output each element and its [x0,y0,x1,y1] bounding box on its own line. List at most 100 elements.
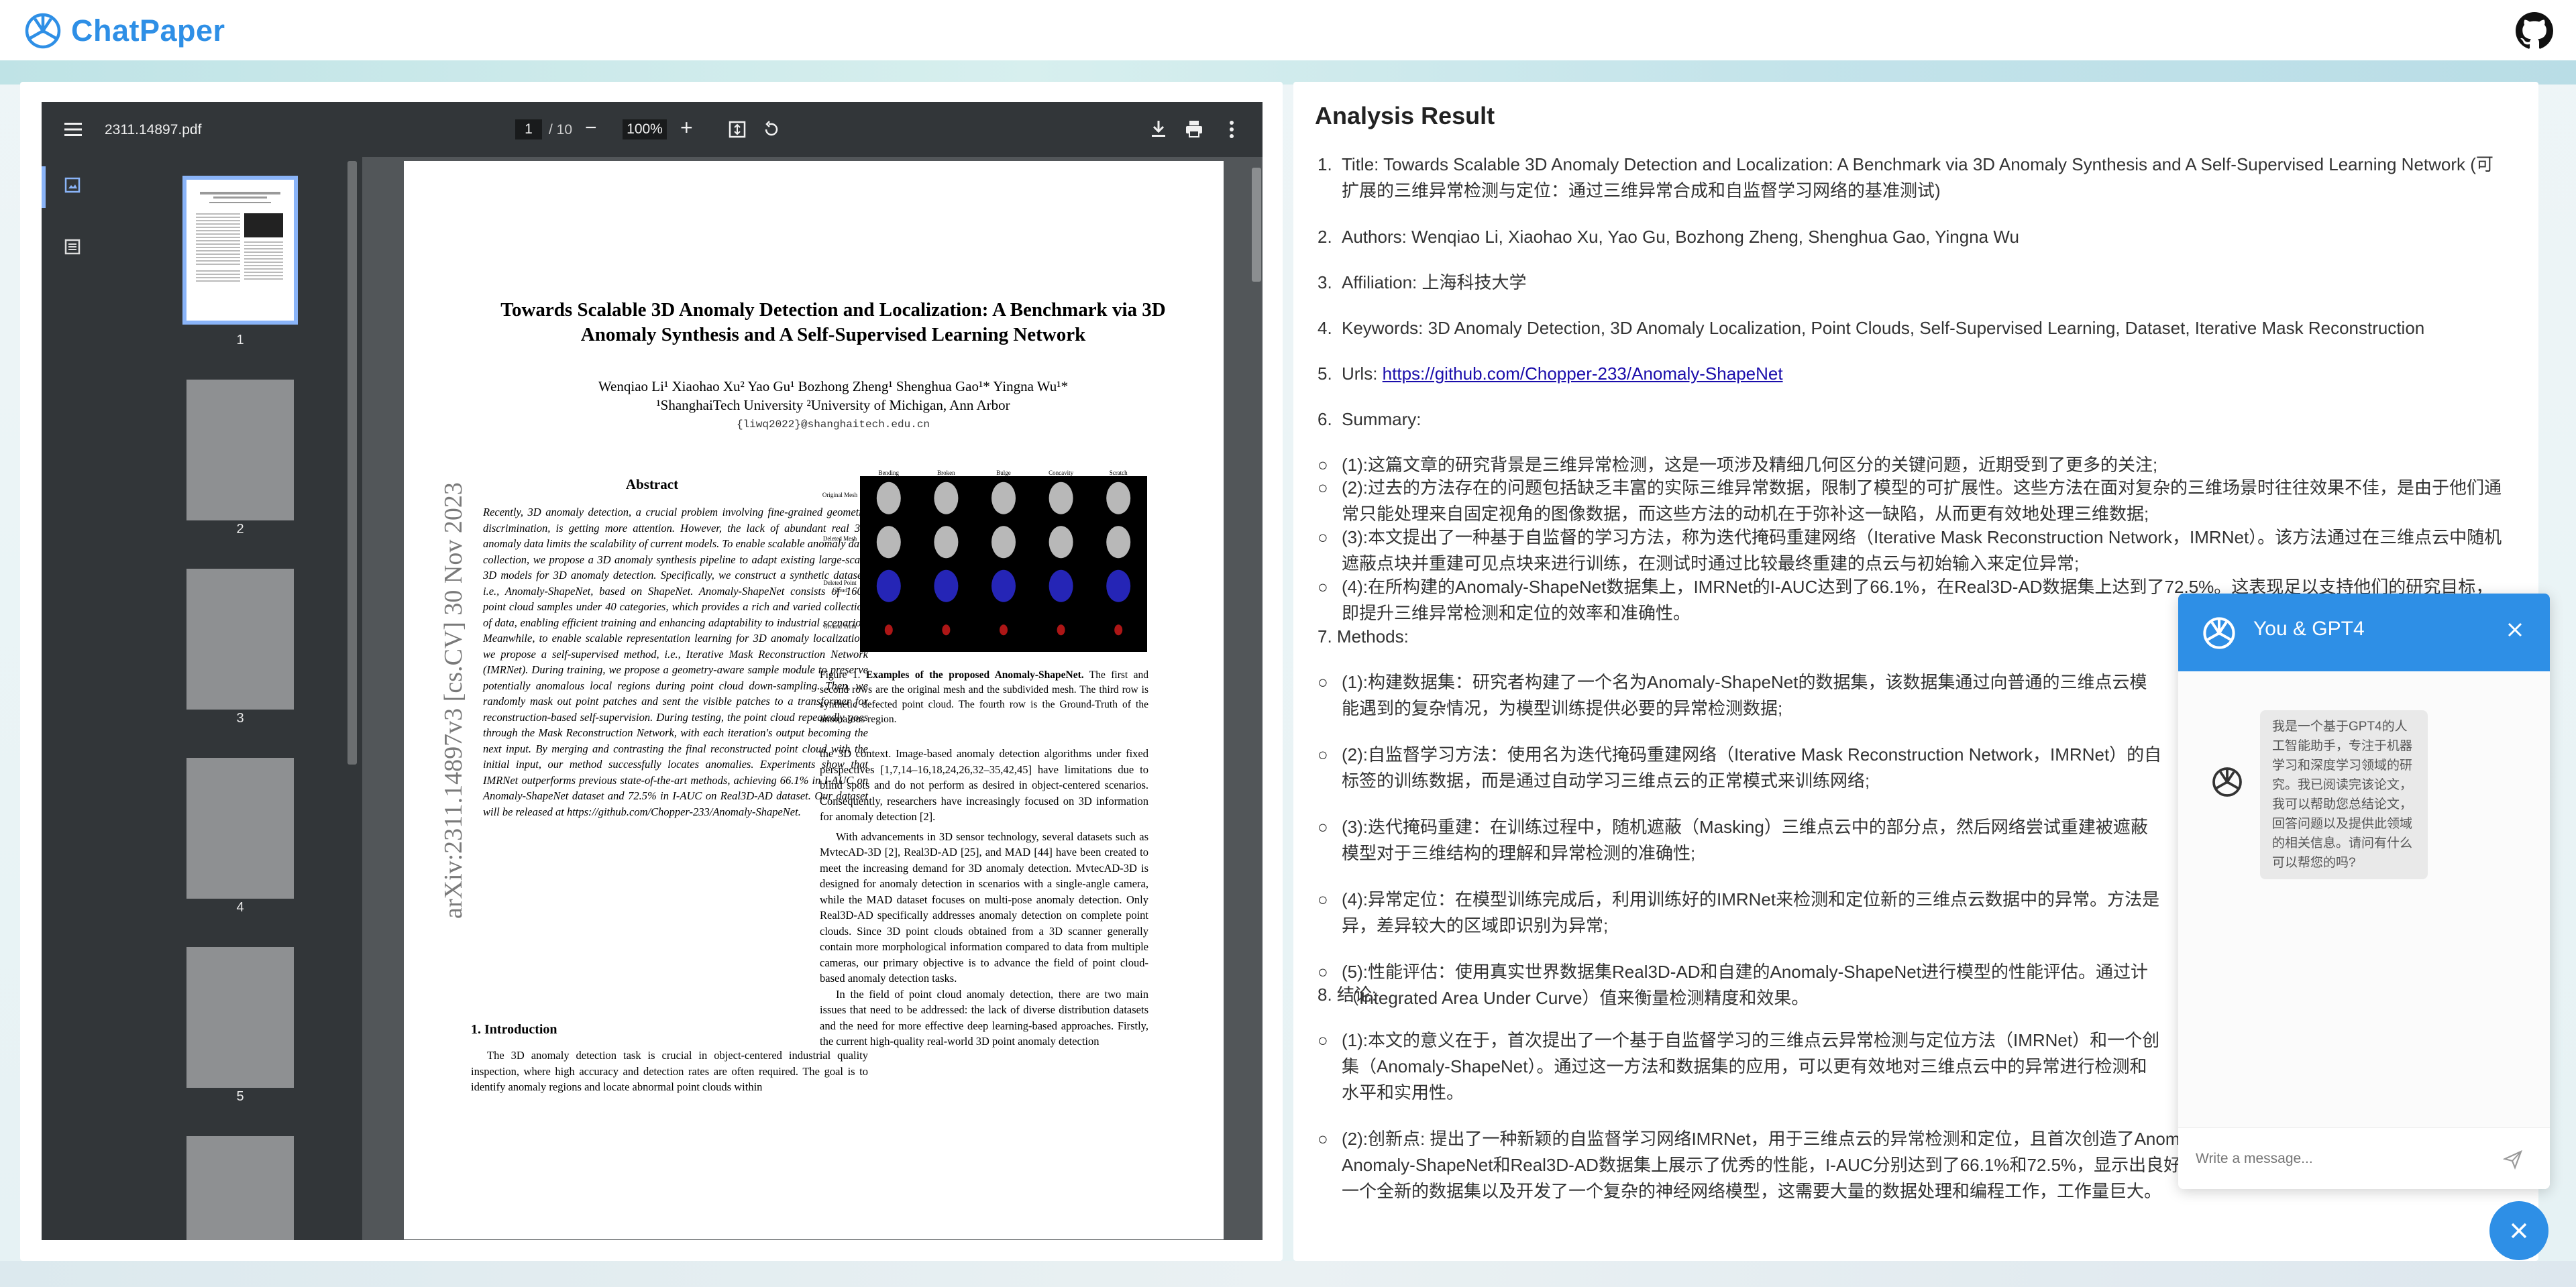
send-icon[interactable] [2503,1150,2523,1170]
rotate-icon[interactable] [762,121,780,138]
decorative-band-bottom [0,1261,2576,1287]
message-input[interactable] [2178,1128,2507,1189]
print-icon[interactable] [1185,119,1203,138]
zoom-out-button[interactable]: − [585,117,597,139]
bullet: ○ [1318,889,1328,909]
item-number: 3. [1318,272,1332,292]
figure-cell-shape [1000,624,1008,636]
figure-cell-shape [876,569,901,602]
item-number: 6. [1318,409,1332,429]
figure-cell-shape [884,624,893,636]
sidebar-scrollbar[interactable] [347,161,357,765]
figure-column-label: Bending [879,469,900,476]
thumbnail-label: 5 [236,1089,244,1104]
figure-cell-shape [1049,569,1073,602]
chat-title: You & GPT4 [2253,618,2365,640]
figure-cell-shape [1106,569,1131,602]
thumbnail-page-5[interactable] [186,947,294,1088]
figure-cell-shape [1114,624,1123,636]
paper-affiliations: ¹ShanghaiTech University ²University of … [656,397,1010,413]
paragraph: In the field of point cloud anomaly dete… [820,987,1148,1048]
github-link[interactable]: https://github.com/Chopper-233/Anomaly-S… [1383,363,1783,384]
item-text: Authors: Wenqiao Li, Xiaohao Xu, Yao Gu,… [1342,227,2019,247]
page-total: / 10 [549,122,573,137]
thumbnail-list: 1 2 3 4 5 [102,157,362,1240]
figure-row-label: Deleted Mesh [822,535,857,543]
bullet: ○ [1318,744,1328,765]
figure-cell-shape [991,526,1016,559]
scrollbar-thumb[interactable] [1252,168,1261,282]
figure-cell-shape [1049,482,1073,514]
thumbnail-page-6[interactable] [186,1136,294,1240]
paper-email: {liwq2022}@shanghaitech.edu.cn [736,418,930,431]
bullet: ○ [1318,817,1328,837]
item-number: 1. [1318,154,1332,174]
thumbnail-page-2[interactable] [186,380,294,520]
figure-caption: Figure 1. Examples of the proposed Anoma… [820,668,1148,727]
more-options-icon[interactable] [1229,121,1234,138]
summary-text: (2):过去的方法存在的问题包括缺乏丰富的实际三维异常数据，限制了模型的可扩展性… [1342,478,2502,524]
chat-toggle-button[interactable] [2489,1201,2548,1260]
figure-row-labels: Original Mesh Deleted Mesh Deleted Point C… [820,476,860,652]
outline-icon[interactable] [64,239,80,255]
item-text: Summary: [1342,409,1421,429]
assistant-message: 我是一个基于GPT4的人工智能助手，专注于机器学习和深度学习领域的研究。我已阅读… [2260,710,2428,879]
paragraph: With advancements in 3D sensor technolog… [820,830,1148,985]
paper-title-line2: Anomaly Synthesis and A Self-Supervised … [580,324,1086,345]
brand[interactable]: ChatPaper [23,11,225,51]
thumbnail-preview [196,192,283,282]
app-title: ChatPaper [71,13,225,48]
figure-cell-shape [942,624,951,636]
top-bar: ChatPaper [0,0,2576,60]
pdf-viewer: 2311.14897.pdf 1 / 10 − 100% + 1 2 3 4 5… [42,102,1263,1240]
analysis-heading: Analysis Result [1315,102,1495,129]
pdf-page-1: Towards Scalable 3D Anomaly Detection an… [404,161,1224,1239]
intro-text: The 3D anomaly detection task is crucial… [471,1049,868,1093]
openai-logo-icon [25,13,61,49]
figure-cell-shape [1049,526,1073,559]
pdf-panel: 2311.14897.pdf 1 / 10 − 100% + 1 2 3 4 5… [20,82,1283,1261]
close-icon [2511,1223,2527,1239]
chat-header: You & GPT4 [2178,594,2550,671]
abstract-text: Recently, 3D anomaly detection, a crucia… [483,506,868,818]
figure-row-label: Ground Truth [823,623,857,630]
thumbnail-page-4[interactable] [186,758,294,899]
pdf-toolbar: 2311.14897.pdf 1 / 10 − 100% + [42,102,1263,157]
item-number: 5. [1318,363,1332,384]
paper-title-line1: Towards Scalable 3D Anomaly Detection an… [500,299,1166,321]
thumbnails-icon[interactable] [64,177,80,193]
sidebar-tabs [42,157,102,1240]
zoom-in-button[interactable]: + [680,115,693,140]
item-number: 2. [1318,227,1332,247]
summary-text: (3):本文提出了一种基于自监督的学习方法，称为迭代掩码重建网络（Iterati… [1342,527,2502,573]
zoom-level[interactable]: 100% [623,119,667,139]
bullet: ○ [1318,672,1328,692]
figure-row-label: Deleted Point Cloud [823,579,857,594]
figure-caption-title: Examples of the proposed Anomaly-ShapeNe… [865,669,1084,681]
github-icon[interactable] [2516,12,2553,50]
menu-icon[interactable] [64,122,82,137]
item-text: Title: Towards Scalable 3D Anomaly Detec… [1342,154,2493,201]
figure-cell-shape [991,569,1016,602]
paragraph: the 3D context. Image-based anomaly dete… [820,747,1148,823]
figure-row-label: Original Mesh [822,491,858,498]
page-scrollbar[interactable] [1252,160,1261,1233]
thumbnail-label: 2 [236,522,244,537]
thumbnail-page-1[interactable] [182,176,298,325]
thumbnail-label: 4 [236,900,244,915]
bullet: ○ [1318,478,1328,498]
thumbnail-page-3[interactable] [186,569,294,710]
page-number-input[interactable]: 1 [515,119,542,139]
figure-caption-label: Figure 1. [820,669,861,681]
figure-cell-shape [876,482,901,514]
gpt-logo-icon [2203,617,2235,649]
close-icon[interactable] [2503,618,2527,642]
figure-column-label: Concavity [1049,469,1073,476]
bullet: ○ [1318,527,1328,547]
bullet: ○ [1318,1129,1328,1149]
figure-cell-shape [991,482,1016,514]
download-icon[interactable] [1150,119,1167,138]
figure-cell-shape [934,482,959,514]
intro-heading: 1. Introduction [471,1022,557,1037]
fit-page-icon[interactable] [729,121,746,138]
